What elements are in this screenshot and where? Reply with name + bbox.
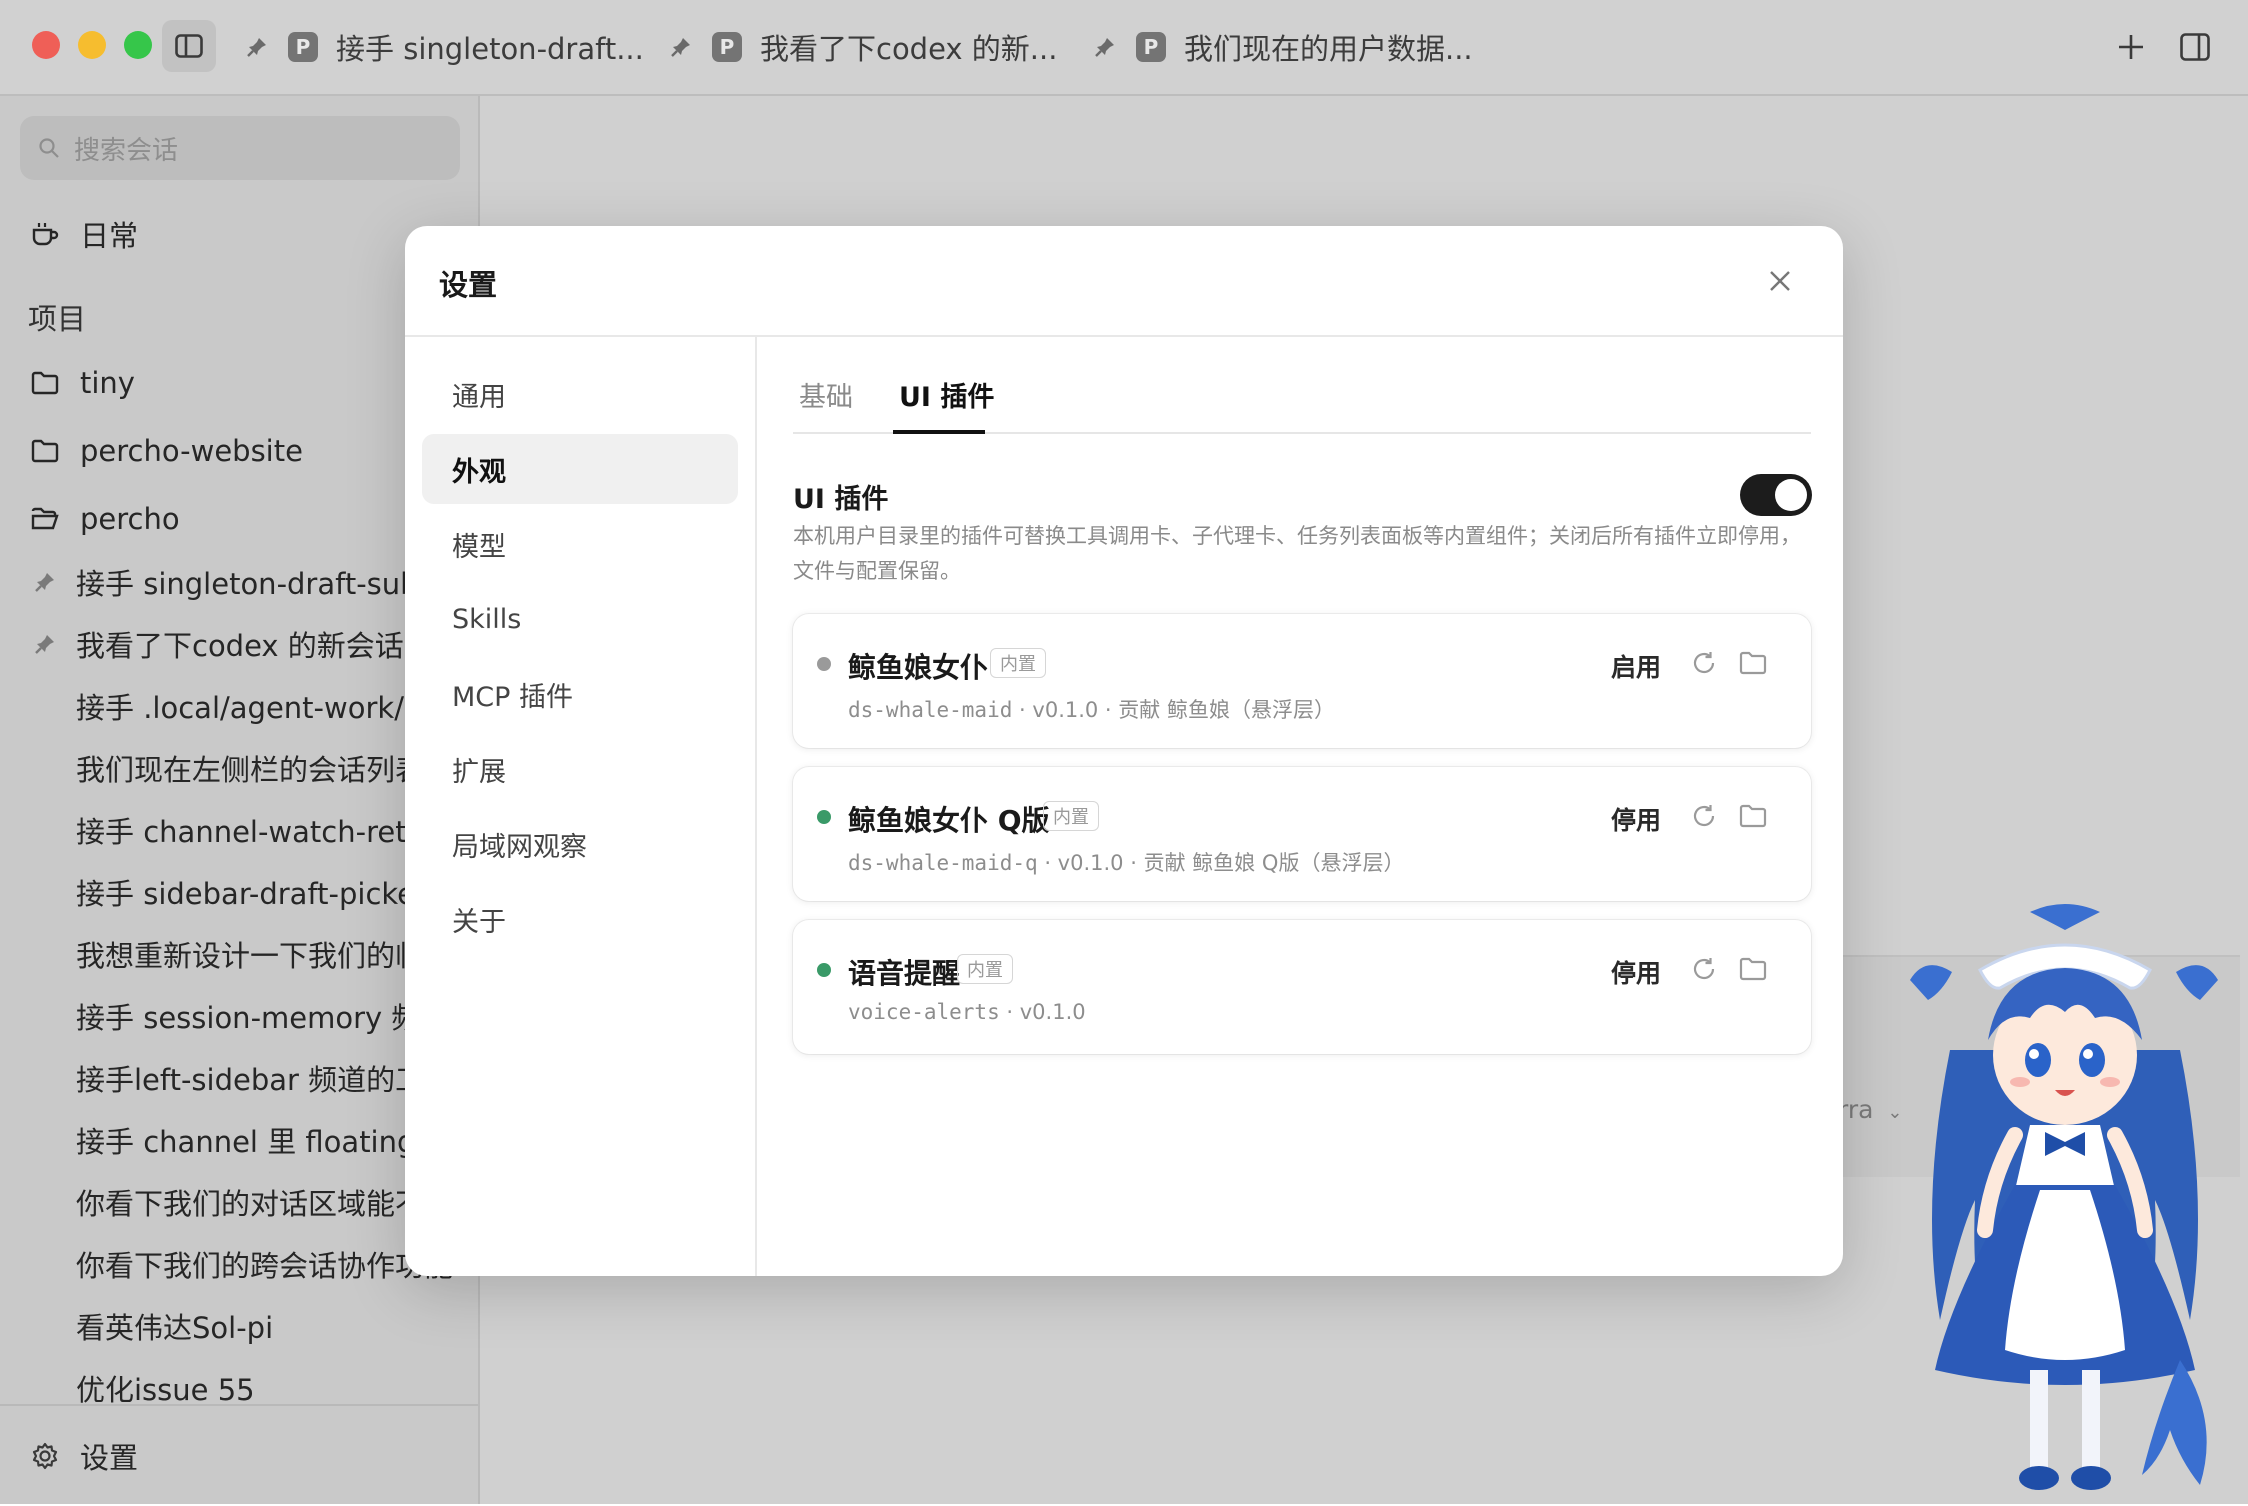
project-badge: P (712, 32, 742, 62)
status-dot (817, 810, 831, 824)
folder-icon[interactable] (1739, 650, 1767, 676)
plugin-meta: ds-whale-maid · v0.1.0 · 贡献 鲸鱼娘（悬浮层） (848, 694, 1335, 724)
search-placeholder: 搜索会话 (74, 135, 179, 166)
session-title: 我看了下codex 的新会话， (76, 629, 433, 663)
plugin-details: · v0.1.0 · 贡献 鲸鱼娘 Q版（悬浮层） (1037, 851, 1405, 875)
section-description: 本机用户目录里的插件可替换工具调用卡、子代理卡、任务列表面板等内置组件；关闭后所… (793, 524, 1801, 583)
plugin-name: 鲸鱼娘女仆 (848, 651, 989, 684)
status-dot (817, 657, 831, 671)
plugin-card: 语音提醒 内置 voice-alerts · v0.1.0 停用 (793, 920, 1811, 1054)
projects-heading: 项目 (28, 302, 87, 336)
section-title: UI 插件 (793, 484, 889, 515)
folder-icon (31, 439, 59, 463)
session-item[interactable]: 看英伟达Sol-pi (0, 1300, 478, 1352)
right-panel-icon (2180, 33, 2210, 61)
builtin-badge: 内置 (990, 648, 1046, 678)
pin-icon (671, 38, 690, 57)
settings-content: 基础 UI 插件 UI 插件 本机用户目录里的插件可替换工具调用卡、子代理卡、任… (757, 337, 1843, 1276)
pin-icon (1095, 38, 1114, 57)
nav-extensions[interactable]: 扩展 (422, 734, 738, 804)
tab-basic[interactable]: 基础 (799, 375, 853, 414)
sidebar-settings-button[interactable]: 设置 (0, 1430, 478, 1482)
pin-icon (35, 635, 54, 654)
gear-icon (32, 1442, 58, 1470)
settings-nav: 通用 外观 模型 Skills MCP 插件 扩展 局域网观察 关于 (405, 337, 757, 1276)
zoom-window-button[interactable] (124, 31, 152, 59)
tab-session-2[interactable]: P 我看了下codex 的新... (670, 24, 1057, 70)
model-select-text: rra (1838, 1095, 1874, 1124)
plugin-id: voice-alerts (848, 1000, 1000, 1024)
close-icon (1770, 271, 1790, 291)
plugin-details: · v0.1.0 · 贡献 鲸鱼娘（悬浮层） (1012, 698, 1335, 722)
nav-lan-observer[interactable]: 局域网观察 (422, 809, 738, 879)
right-panel-button[interactable] (2180, 33, 2210, 61)
plugin-name: 鲸鱼娘女仆 Q版 (848, 804, 1050, 837)
nav-models[interactable]: 模型 (422, 509, 738, 579)
settings-header: 设置 (405, 226, 1843, 337)
refresh-icon[interactable] (1691, 803, 1717, 829)
plugin-name: 语音提醒 (848, 957, 961, 990)
toggle-knob (1775, 479, 1807, 511)
refresh-icon[interactable] (1691, 650, 1717, 676)
project-name: percho-website (80, 434, 303, 468)
nav-appearance[interactable]: 外观 (422, 434, 738, 504)
new-tab-button[interactable] (2116, 32, 2146, 62)
disable-button[interactable]: 停用 (1611, 801, 1661, 837)
enable-button[interactable]: 启用 (1611, 648, 1661, 684)
ui-plugins-toggle[interactable] (1740, 474, 1812, 516)
active-tab-indicator (893, 430, 985, 434)
nav-skills[interactable]: Skills (422, 584, 738, 654)
pin-icon (247, 38, 266, 57)
tab-session-3[interactable]: P 我们现在的用户数据... (1094, 24, 1473, 70)
plugin-id: ds-whale-maid (848, 698, 1013, 722)
nav-about[interactable]: 关于 (422, 884, 738, 954)
builtin-badge: 内置 (1043, 801, 1099, 831)
status-dot (817, 963, 831, 977)
sidebar-item-label: 日常 (80, 219, 139, 253)
tab-title: 接手 singleton-draft... (336, 32, 644, 66)
project-badge: P (288, 32, 318, 62)
close-button[interactable] (1765, 266, 1795, 296)
plugin-id: ds-whale-maid-q (848, 851, 1038, 875)
sidebar-settings-label: 设置 (80, 1441, 139, 1475)
plugin-details: · v0.1.0 (999, 1000, 1086, 1024)
plugin-card: 鲸鱼娘女仆 内置 ds-whale-maid · v0.1.0 · 贡献 鲸鱼娘… (793, 614, 1811, 748)
coffee-cup-icon (32, 223, 59, 246)
tab-title: 我看了下codex 的新... (760, 32, 1058, 66)
whale-maid-mascot[interactable] (1880, 900, 2248, 1504)
minimize-window-button[interactable] (78, 31, 106, 59)
nav-mcp-plugins[interactable]: MCP 插件 (422, 659, 738, 729)
plugin-meta: voice-alerts · v0.1.0 (848, 1000, 1086, 1024)
search-input[interactable]: 搜索会话 (20, 116, 460, 180)
settings-dialog: 设置 通用 外观 模型 Skills MCP 插件 扩展 局域网观察 关于 基础… (405, 226, 1843, 1276)
settings-title: 设置 (439, 268, 498, 302)
folder-icon[interactable] (1739, 803, 1767, 829)
app-window: P 接手 singleton-draft... P 我看了下codex 的新..… (0, 0, 2248, 1504)
plugin-meta: ds-whale-maid-q · v0.1.0 · 贡献 鲸鱼娘 Q版（悬浮层… (848, 847, 1404, 877)
sidebar-footer: 设置 (0, 1404, 478, 1506)
folder-open-icon (31, 507, 59, 530)
folder-icon[interactable] (1739, 956, 1767, 982)
project-name: tiny (80, 366, 135, 400)
disable-button[interactable]: 停用 (1611, 954, 1661, 990)
pin-icon (35, 573, 54, 592)
sidebar-toggle-button[interactable] (162, 20, 216, 72)
search-icon (39, 138, 59, 158)
refresh-icon[interactable] (1691, 956, 1717, 982)
plugin-card: 鲸鱼娘女仆 Q版 内置 ds-whale-maid-q · v0.1.0 · 贡… (793, 767, 1811, 901)
project-name: percho (80, 502, 180, 536)
tab-ui-plugins[interactable]: UI 插件 (899, 375, 994, 414)
tab-session-1[interactable]: P 接手 singleton-draft... (246, 24, 644, 70)
project-badge: P (1136, 32, 1166, 62)
sidebar-toggle-icon (175, 34, 203, 58)
folder-icon (31, 371, 59, 395)
title-bar: P 接手 singleton-draft... P 我看了下codex 的新..… (0, 0, 2248, 96)
builtin-badge: 内置 (957, 954, 1013, 984)
plus-icon (2119, 35, 2143, 59)
close-window-button[interactable] (32, 31, 60, 59)
nav-general[interactable]: 通用 (422, 359, 738, 429)
tab-title: 我们现在的用户数据... (1184, 32, 1473, 66)
